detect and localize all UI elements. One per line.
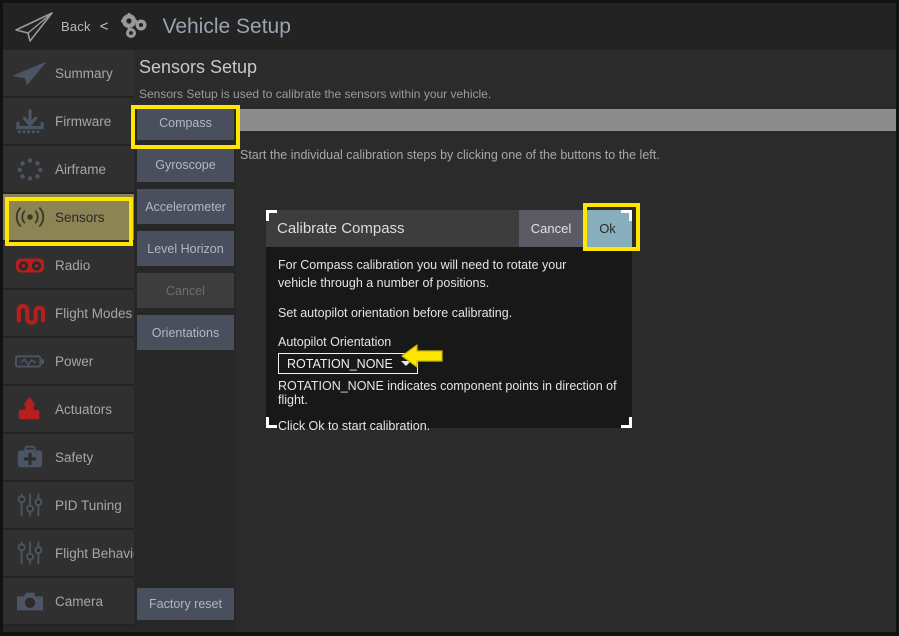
sidebar-item-label: Flight Behavior bbox=[55, 546, 145, 561]
level-horizon-button[interactable]: Level Horizon bbox=[137, 231, 234, 266]
sidebar-item-pid-tuning[interactable]: PID Tuning bbox=[3, 482, 134, 530]
cancel-calibration-button: Cancel bbox=[137, 273, 234, 308]
dialog-corner-bottom-left bbox=[266, 417, 277, 428]
sidebar-item-label: Safety bbox=[55, 450, 93, 465]
back-label[interactable]: Back bbox=[61, 19, 91, 34]
sidebar-item-sensors[interactable]: Sensors bbox=[3, 194, 134, 242]
sidebar-item-safety[interactable]: Safety bbox=[3, 434, 134, 482]
camera-icon bbox=[9, 584, 51, 618]
dialog-header: Calibrate Compass Cancel Ok bbox=[266, 210, 632, 247]
sidebar-item-airframe[interactable]: Airframe bbox=[3, 146, 134, 194]
sidebar-item-summary[interactable]: Summary bbox=[3, 50, 134, 98]
battery-icon bbox=[9, 344, 51, 378]
actuators-icon bbox=[9, 392, 51, 426]
sidebar-item-label: Actuators bbox=[55, 402, 112, 417]
page-title: Sensors Setup bbox=[139, 57, 257, 78]
sidebar-item-label: Sensors bbox=[55, 210, 105, 225]
sidebar-item-label: Summary bbox=[55, 66, 113, 81]
sidebar-item-label: Radio bbox=[55, 258, 90, 273]
sliders-icon bbox=[9, 488, 51, 522]
accelerometer-button[interactable]: Accelerometer bbox=[137, 189, 234, 224]
dialog-title: Calibrate Compass bbox=[277, 220, 519, 237]
autopilot-orientation-value: ROTATION_NONE bbox=[287, 357, 393, 371]
first-aid-icon bbox=[9, 440, 51, 474]
orientations-button[interactable]: Orientations bbox=[137, 315, 234, 350]
sidebar-item-radio[interactable]: Radio bbox=[3, 242, 134, 290]
dialog-paragraph-2: Set autopilot orientation before calibra… bbox=[278, 305, 608, 323]
sidebar-item-actuators[interactable]: Actuators bbox=[3, 386, 134, 434]
dialog-body: For Compass calibration you will need to… bbox=[266, 247, 632, 428]
calibration-hint-text: Start the individual calibration steps b… bbox=[240, 148, 660, 162]
sensors-wave-icon bbox=[9, 200, 51, 234]
sidebar-item-flight-behavior[interactable]: Flight Behavior bbox=[3, 530, 134, 578]
sidebar-item-label: PID Tuning bbox=[55, 498, 122, 513]
sidebar-item-flight-modes[interactable]: Flight Modes bbox=[3, 290, 134, 338]
page-title-toolbar: Vehicle Setup bbox=[162, 15, 290, 39]
airframe-icon bbox=[9, 152, 51, 186]
dialog-corner-top-left bbox=[266, 210, 277, 221]
dialog-corner-top-right bbox=[621, 210, 632, 221]
orientation-note: ROTATION_NONE indicates component points… bbox=[278, 379, 620, 407]
dialog-paragraph-1: For Compass calibration you will need to… bbox=[278, 257, 608, 293]
vehicle-setup-window: Back < Vehicle Setup Summary bbox=[0, 0, 899, 636]
download-icon bbox=[9, 104, 51, 138]
calibration-progress-bar bbox=[239, 109, 896, 131]
toolbar: Back < Vehicle Setup bbox=[3, 3, 896, 50]
dialog-paragraph-3: Click Ok to start calibration. bbox=[278, 419, 620, 433]
gyroscope-button[interactable]: Gyroscope bbox=[137, 147, 234, 182]
sidebar-item-label: Flight Modes bbox=[55, 306, 132, 321]
window-border-bottom bbox=[0, 632, 899, 636]
compass-button[interactable]: Compass bbox=[137, 105, 234, 140]
flight-modes-icon bbox=[9, 296, 51, 330]
sidebar: Summary Firmware bbox=[3, 50, 134, 632]
left-arrow-annotation bbox=[400, 341, 444, 371]
sidebar-item-camera[interactable]: Camera bbox=[3, 578, 134, 626]
page-subtitle: Sensors Setup is used to calibrate the s… bbox=[139, 87, 491, 101]
autopilot-orientation-label: Autopilot Orientation bbox=[278, 335, 620, 349]
back-chevron-icon: < bbox=[100, 18, 109, 35]
sidebar-item-label: Airframe bbox=[55, 162, 106, 177]
paper-plane-icon bbox=[9, 56, 51, 90]
gears-icon bbox=[118, 12, 151, 42]
paper-plane-icon[interactable] bbox=[13, 10, 55, 44]
factory-reset-button[interactable]: Factory reset bbox=[137, 588, 234, 620]
sidebar-item-power[interactable]: Power bbox=[3, 338, 134, 386]
sidebar-item-label: Camera bbox=[55, 594, 103, 609]
sidebar-item-label: Power bbox=[55, 354, 93, 369]
sidebar-item-firmware[interactable]: Firmware bbox=[3, 98, 134, 146]
sidebar-item-label: Firmware bbox=[55, 114, 111, 129]
calibrate-compass-dialog: Calibrate Compass Cancel Ok For Compass … bbox=[266, 210, 632, 428]
dialog-corner-bottom-right bbox=[621, 417, 632, 428]
autopilot-orientation-select[interactable]: ROTATION_NONE bbox=[278, 353, 418, 374]
calibration-button-column: Compass Gyroscope Accelerometer Level Ho… bbox=[134, 105, 236, 632]
sliders-icon bbox=[9, 536, 51, 570]
radio-icon bbox=[9, 248, 51, 282]
dialog-cancel-button[interactable]: Cancel bbox=[519, 210, 583, 247]
